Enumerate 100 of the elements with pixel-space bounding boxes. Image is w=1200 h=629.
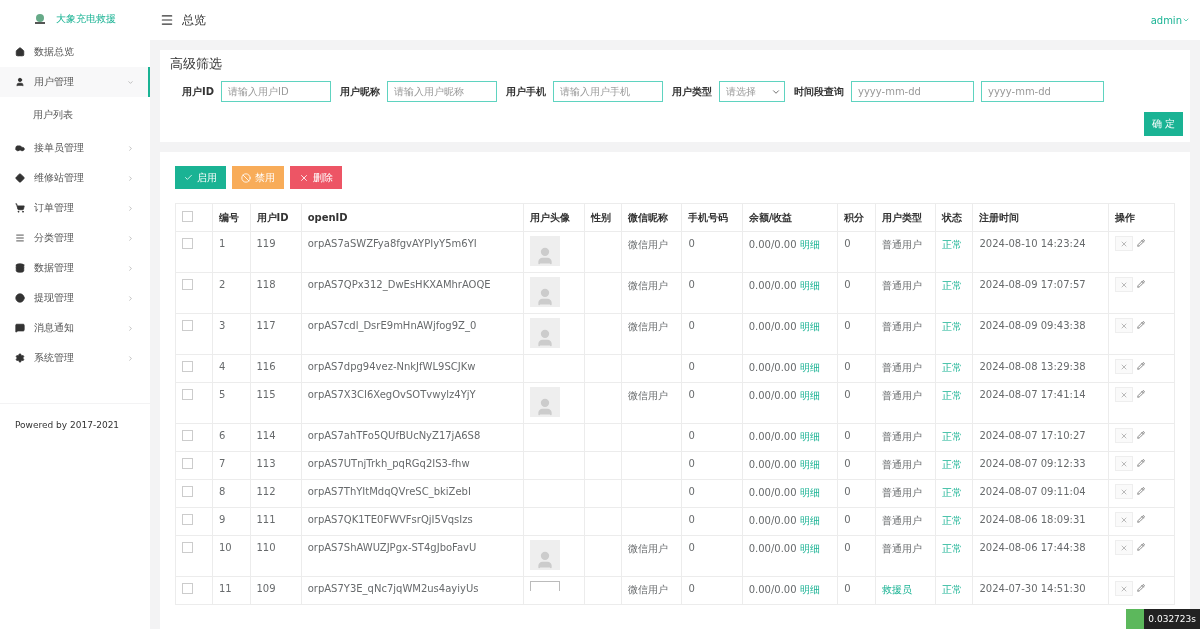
edit-icon[interactable]	[1137, 320, 1145, 329]
detail-link[interactable]: 明细	[799, 362, 820, 373]
edit-icon[interactable]	[1137, 486, 1145, 495]
table-cell: 微信用户	[621, 231, 682, 273]
close-button[interactable]	[1115, 512, 1133, 527]
edit-icon[interactable]	[1137, 514, 1145, 523]
detail-link[interactable]: 明细	[799, 543, 820, 554]
table-cell: 116	[250, 354, 302, 383]
close-icon	[1120, 321, 1128, 330]
detail-link[interactable]: 明细	[799, 584, 820, 595]
edit-icon[interactable]	[1137, 430, 1145, 439]
table-cell: orpAS7QK1TE0FWVFsrQjI5VqsIzs	[301, 507, 524, 536]
edit-icon[interactable]	[1137, 389, 1145, 398]
detail-link[interactable]: 明细	[799, 431, 820, 442]
column-header: 余额/收益	[742, 203, 838, 232]
table-cell: 0	[681, 231, 743, 273]
detail-link[interactable]: 明细	[799, 487, 820, 498]
status-text: 正常	[941, 584, 962, 595]
detail-link[interactable]: 明细	[799, 390, 820, 401]
user-menu[interactable]: admin	[1150, 14, 1190, 26]
table-cell: 微信用户	[621, 382, 682, 424]
table-cell: 7	[212, 451, 250, 480]
sidebar-item[interactable]: 用户管理	[0, 67, 150, 97]
edit-icon[interactable]	[1137, 238, 1145, 247]
close-icon	[1120, 487, 1128, 496]
checkbox[interactable]	[182, 238, 193, 249]
field-label: 用户手机	[506, 84, 547, 99]
close-icon	[1120, 431, 1128, 440]
input-field[interactable]: 请输入用户昵称	[387, 81, 498, 102]
edit-icon[interactable]	[1137, 458, 1145, 467]
detail-link[interactable]: 明细	[799, 321, 820, 332]
table-cell: 2024-08-10 14:23:24	[972, 231, 1109, 273]
checkbox[interactable]	[182, 361, 193, 372]
input-field[interactable]: 请输入用户ID	[221, 81, 332, 102]
checkbox[interactable]	[182, 486, 193, 497]
column-header: 操作	[1108, 203, 1175, 232]
checkbox[interactable]	[182, 458, 193, 469]
table-cell: 0	[681, 313, 743, 355]
user-type: 普通用户	[881, 321, 922, 332]
diamond-icon	[15, 173, 25, 183]
home-icon	[15, 47, 25, 57]
close-button[interactable]	[1115, 387, 1133, 402]
date-field[interactable]: yyyy-mm-dd	[851, 81, 975, 102]
checkbox[interactable]	[182, 542, 193, 553]
close-button[interactable]	[1115, 581, 1133, 596]
table-cell: 2024-08-06 17:44:38	[972, 535, 1109, 577]
field-label: 时间段查询	[794, 84, 845, 99]
sidebar-subitem[interactable]: 用户列表	[33, 108, 73, 122]
checkbox[interactable]	[182, 514, 193, 525]
ban-icon	[241, 172, 251, 183]
confirm-button[interactable]: 确 定	[1143, 112, 1183, 136]
close-button[interactable]	[1115, 540, 1133, 555]
close-button[interactable]	[1115, 236, 1133, 251]
detail-link[interactable]: 明细	[799, 459, 820, 470]
detail-link[interactable]: 明细	[799, 239, 820, 250]
checkbox[interactable]	[182, 389, 193, 400]
table-cell: 0	[681, 535, 743, 577]
table-cell: orpAS7ThYItMdqQVreSC_bkiZebI	[301, 479, 524, 508]
enable-button[interactable]: 启用	[175, 166, 226, 189]
disable-button[interactable]: 禁用	[232, 166, 284, 189]
field-label: 用户ID	[182, 84, 215, 99]
edit-icon[interactable]	[1137, 542, 1145, 551]
close-button[interactable]	[1115, 318, 1133, 333]
close-button[interactable]	[1115, 277, 1133, 292]
menu-icon[interactable]	[160, 13, 174, 27]
user-icon	[15, 77, 25, 87]
user-type: 普通用户	[881, 362, 922, 373]
edit-icon[interactable]	[1137, 361, 1145, 370]
close-button[interactable]	[1115, 359, 1133, 374]
table-cell: 2024-07-30 14:51:30	[972, 576, 1109, 605]
table-cell: 0	[837, 423, 876, 452]
delete-button[interactable]: 删除	[290, 166, 342, 189]
column-header: 用户ID	[250, 203, 302, 232]
table-cell: 115	[250, 382, 302, 424]
table-cell: 0.00/0.00	[748, 459, 797, 470]
edit-icon[interactable]	[1137, 279, 1145, 288]
table-cell: 0	[837, 576, 876, 605]
checkbox[interactable]	[182, 583, 193, 594]
close-button[interactable]	[1115, 484, 1133, 499]
detail-link[interactable]: 明细	[799, 280, 820, 291]
table-cell: 6	[212, 423, 250, 452]
close-button[interactable]	[1115, 428, 1133, 443]
select-field[interactable]: 请选择	[719, 81, 786, 102]
detail-link[interactable]: 明细	[799, 515, 820, 526]
checkbox[interactable]	[182, 279, 193, 290]
table-cell: 0	[681, 423, 743, 452]
checkbox[interactable]	[182, 320, 193, 331]
input-field[interactable]: 请输入用户手机	[553, 81, 664, 102]
checkbox[interactable]	[182, 211, 193, 222]
status-text: 正常	[941, 362, 962, 373]
checkbox[interactable]	[182, 430, 193, 441]
date-field[interactable]: yyyy-mm-dd	[981, 81, 1105, 102]
table-cell: 5	[212, 382, 250, 424]
debug-logo-icon[interactable]	[1126, 609, 1145, 629]
edit-icon[interactable]	[1137, 583, 1145, 592]
table-cell: 微信用户	[621, 313, 682, 355]
close-button[interactable]	[1115, 456, 1133, 471]
status-text: 正常	[941, 390, 962, 401]
table-cell: orpAS7ahTFo5QUfBUcNyZ17jA6S8	[301, 423, 524, 452]
column-header: 积分	[837, 203, 876, 232]
